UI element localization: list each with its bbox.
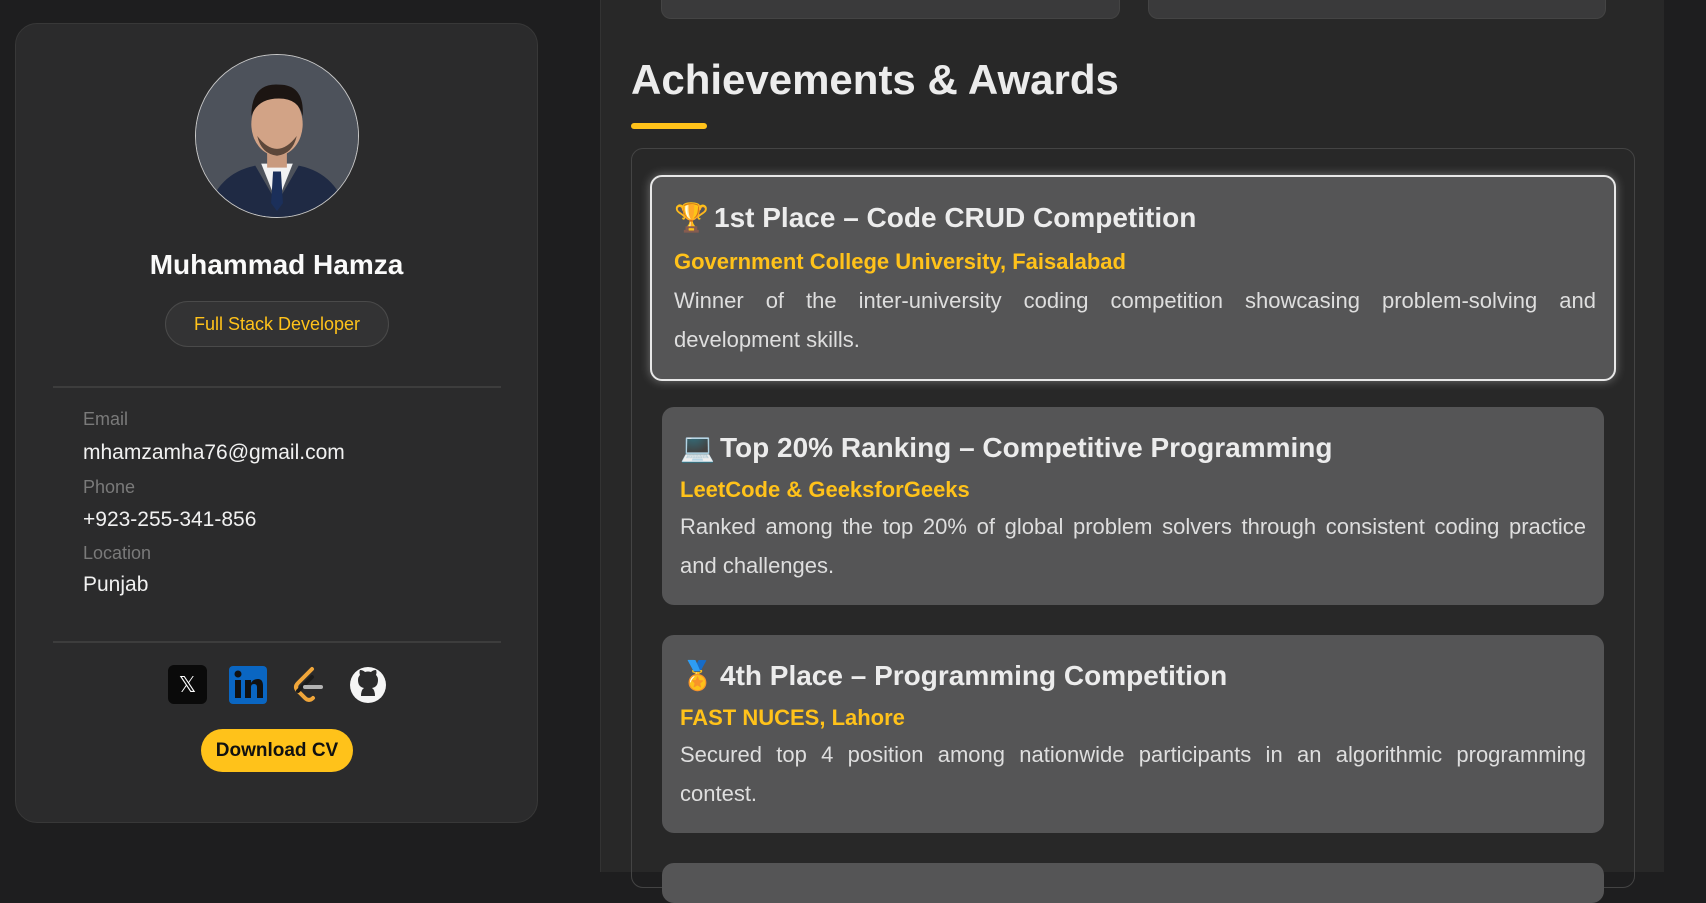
achievement-title: 🏆 1st Place – Code CRUD Competition xyxy=(674,202,1197,233)
scrollbar-track[interactable] xyxy=(1664,0,1706,872)
achievement-card[interactable] xyxy=(662,863,1604,903)
achievement-desc: Secured top 4 position among nationwide … xyxy=(680,742,1586,806)
profile-photo xyxy=(196,55,358,217)
achievement-card[interactable]: 💻 Top 20% Ranking – Competitive Programmi… xyxy=(662,407,1604,605)
location-value: Punjab xyxy=(83,573,149,596)
section-title: Achievements & Awards xyxy=(631,56,1119,103)
role-badge: Full Stack Developer xyxy=(165,301,389,347)
achievement-card[interactable]: 🏆 1st Place – Code CRUD Competition Gover… xyxy=(650,175,1616,381)
main-content: Achievements & Awards 🏆 1st Place – Code … xyxy=(600,0,1665,903)
download-cv-button[interactable]: Download CV xyxy=(201,729,353,772)
email-value[interactable]: mhamzamha76@gmail.com xyxy=(83,441,345,465)
title-underline xyxy=(631,123,707,129)
achievement-org: LeetCode & GeeksforGeeks xyxy=(680,477,970,502)
x-icon[interactable]: 𝕏 xyxy=(168,665,207,704)
divider xyxy=(53,386,501,388)
medal-icon: 🏅 xyxy=(680,660,715,691)
profile-sidebar: Muhammad Hamza Full Stack Developer Emai… xyxy=(15,23,538,823)
previous-card xyxy=(661,0,1120,19)
achievement-desc: Winner of the inter-university coding co… xyxy=(674,288,1596,352)
phone-value[interactable]: +923-255-341-856 xyxy=(83,508,256,532)
location-label: Location xyxy=(83,543,152,563)
email-label: Email xyxy=(83,409,129,429)
phone-label: Phone xyxy=(83,477,136,497)
profile-name: Muhammad Hamza xyxy=(149,249,404,280)
trophy-icon: 🏆 xyxy=(674,202,709,233)
achievements-list: 🏆 1st Place – Code CRUD Competition Gover… xyxy=(631,148,1635,903)
achievement-desc: Ranked among the top 20% of global probl… xyxy=(680,514,1586,578)
social-links: 𝕏 xyxy=(168,665,387,704)
achievement-org: FAST NUCES, Lahore xyxy=(680,705,905,730)
github-icon[interactable] xyxy=(348,665,387,704)
avatar xyxy=(195,54,359,218)
divider xyxy=(53,641,501,643)
achievement-card[interactable]: 🏅 4th Place – Programming Competition FAS… xyxy=(662,635,1604,833)
laptop-icon: 💻 xyxy=(680,432,715,463)
achievement-title: 💻 Top 20% Ranking – Competitive Programmi… xyxy=(680,432,1333,463)
linkedin-icon[interactable] xyxy=(228,665,267,704)
achievement-title: 🏅 4th Place – Programming Competition xyxy=(680,660,1228,691)
achievement-org: Government College University, Faisalaba… xyxy=(674,249,1126,274)
previous-card xyxy=(1148,0,1606,19)
leetcode-icon[interactable] xyxy=(288,665,327,704)
